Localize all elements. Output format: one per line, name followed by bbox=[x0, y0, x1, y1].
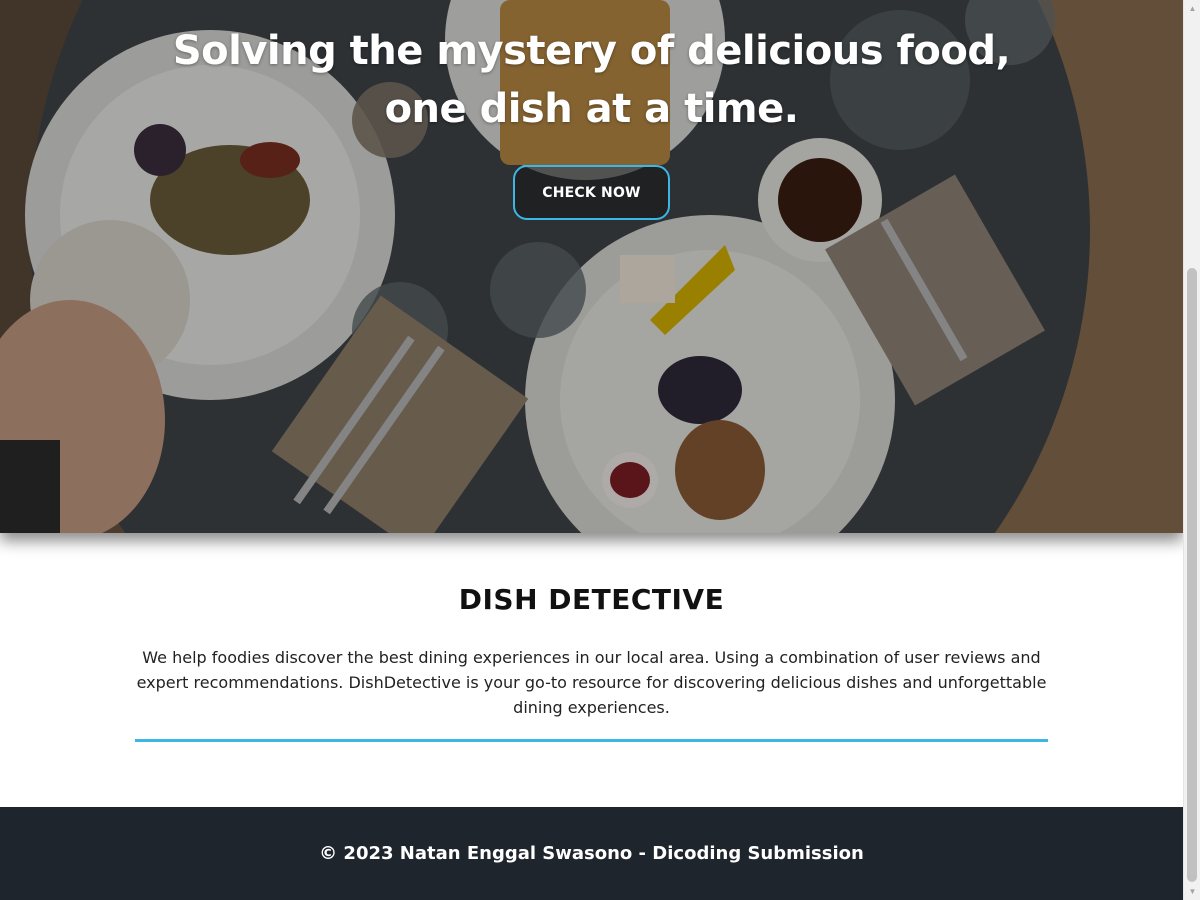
footer-copyright: © 2023 Natan Enggal Swasono - Dicoding S… bbox=[319, 843, 864, 864]
check-now-button[interactable]: CHECK NOW bbox=[513, 165, 670, 220]
hero-headline: Solving the mystery of delicious food, o… bbox=[0, 22, 1183, 138]
vertical-scrollbar[interactable]: ▲ ▼ bbox=[1183, 0, 1200, 900]
about-description: We help foodies discover the best dining… bbox=[136, 648, 1047, 717]
footer: © 2023 Natan Enggal Swasono - Dicoding S… bbox=[0, 807, 1183, 900]
scrollbar-thumb[interactable] bbox=[1187, 268, 1197, 882]
page-viewport: Solving the mystery of delicious food, o… bbox=[0, 0, 1183, 900]
about-title: DISH DETECTIVE bbox=[458, 583, 725, 616]
triangle-up-icon[interactable]: ▲ bbox=[1184, 0, 1200, 17]
hero-section: Solving the mystery of delicious food, o… bbox=[0, 0, 1183, 533]
hero-headline-line1: Solving the mystery of delicious food, bbox=[172, 28, 1011, 74]
hero-headline-line2: one dish at a time. bbox=[384, 86, 799, 132]
section-divider bbox=[135, 739, 1048, 742]
about-section: DISH DETECTIVE We help foodies discover … bbox=[0, 533, 1183, 807]
triangle-down-icon[interactable]: ▼ bbox=[1184, 883, 1200, 900]
